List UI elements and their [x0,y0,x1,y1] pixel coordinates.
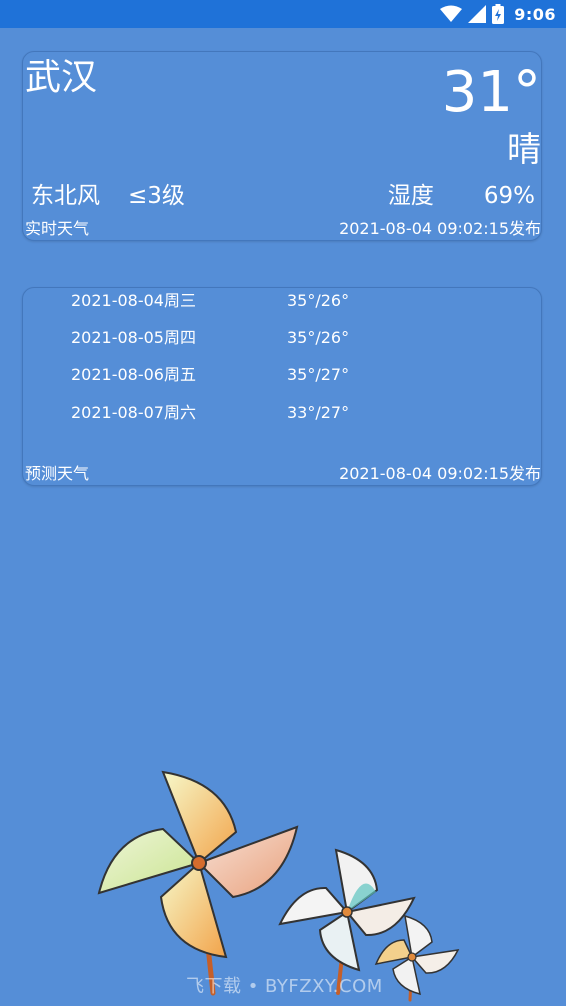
forecast-temp: 35°/26° [287,291,350,310]
current-weather-label: 实时天气 [25,219,90,238]
forecast-row: 2021-08-06 周五 35°/27° [71,363,531,387]
current-card-footer: 实时天气 2021-08-04 09:02:15发布 [25,219,541,239]
forecast-row: 2021-08-07 周六 33°/27° [71,401,531,425]
forecast-published-time: 2021-08-04 09:02:15发布 [339,464,541,483]
signal-icon [468,5,487,23]
forecast-weekday: 周三 [164,291,197,310]
forecast-row: 2021-08-04 周三 35°/26° [71,289,531,313]
forecast-temp: 33°/27° [287,403,350,422]
pinwheels-illustration [97,770,460,1002]
forecast-weekday: 周六 [164,403,197,422]
wind-level: ≤3级 [128,183,185,209]
forecast-date: 2021-08-05 [71,328,164,347]
forecast-date: 2021-08-06 [71,365,164,384]
forecast-weekday: 周四 [164,328,197,347]
status-time: 9:06 [514,4,556,24]
current-temperature: 31° [441,60,541,125]
forecast-temp: 35°/27° [287,365,350,384]
wifi-icon [440,5,463,22]
forecast-temp: 35°/26° [287,328,350,347]
wind-info: 东北风 ≤3级 [31,181,185,211]
humidity-info: 湿度 69% [388,181,535,211]
battery-charging-icon [492,4,505,24]
status-icons: 9:06 [440,4,556,24]
weather-condition: 晴 [507,130,541,170]
city-name: 武汉 [25,57,98,98]
forecast-weekday: 周五 [164,365,197,384]
forecast-date: 2021-08-07 [71,403,164,422]
current-published-time: 2021-08-04 09:02:15发布 [339,219,541,238]
forecast-weather-label: 预测天气 [25,464,90,483]
status-bar: 9:06 [0,0,566,28]
forecast-row: 2021-08-05 周四 35°/26° [71,326,531,350]
humidity-label: 湿度 [387,183,434,209]
current-weather-card: 武汉 31° 晴 东北风 ≤3级 湿度 69% 实时天气 2021-08-04 … [22,51,542,241]
large-pinwheel [97,770,299,996]
forecast-date: 2021-08-04 [71,291,164,310]
watermark: 飞下载 • BYFZXY.COM [186,976,383,997]
forecast-card: 2021-08-04 周三 35°/26° 2021-08-05 周四 35°/… [22,287,542,486]
wind-direction: 东北风 [31,183,100,209]
forecast-card-footer: 预测天气 2021-08-04 09:02:15发布 [25,464,541,484]
humidity-value: 69% [483,183,535,209]
